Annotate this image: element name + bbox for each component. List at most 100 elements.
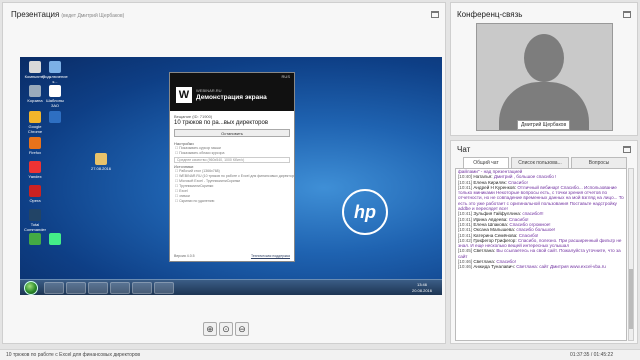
desktop-icon-image <box>49 61 61 73</box>
taskbar-media-icon[interactable] <box>88 282 108 294</box>
desktop-icon-image <box>29 209 41 221</box>
desktop-icon[interactable]: Firefox <box>22 137 48 155</box>
message-time: [10:41] <box>458 227 474 233</box>
zoom-reset-button[interactable]: ⊙ <box>219 322 233 336</box>
desktop-icon-image <box>49 111 61 123</box>
message-time: [10:45] <box>458 248 474 254</box>
speaker-avatar-head <box>524 34 564 82</box>
speaker-name: Дмитрий Щербаков <box>517 120 571 130</box>
maximize-icon[interactable] <box>431 11 439 18</box>
taskbar-excel-icon[interactable] <box>132 282 152 294</box>
desktop-icon[interactable]: Yandex <box>22 161 48 179</box>
tab-general-chat[interactable]: Общий чат <box>463 157 509 168</box>
settings-option[interactable]: Показывать облако курсора <box>170 151 294 156</box>
desktop-icon-image <box>95 153 107 165</box>
session-label: Вещание (ID: 71900) <box>174 114 213 119</box>
desktop-icon-label: Yandex <box>28 174 42 179</box>
desktop-icon-label: Total Commander <box>23 222 46 232</box>
start-button-icon[interactable] <box>24 281 38 295</box>
shared-desktop: Компьютер Подключение к... Корзина Шаблоны … <box>20 57 442 295</box>
message-author: Елена Кириляк: <box>473 179 509 185</box>
app-titlebar: RUS <box>170 73 294 81</box>
chat-message: [10:46] Анжида Туналавич: Светлана: сайт… <box>456 264 626 269</box>
conference-maximize-icon[interactable] <box>623 11 631 18</box>
chat-message: [10:42] Грифегор Грифегор: Спасибо, поле… <box>456 238 626 249</box>
sources-list: Рабочий стол (1366x768)WEBINAR.RU (10 тр… <box>170 169 294 204</box>
stop-button[interactable]: Остановить <box>174 129 290 137</box>
zoom-out-button[interactable]: ⊖ <box>235 322 249 336</box>
desktop-icon[interactable] <box>42 111 68 124</box>
taskbar-explorer-icon[interactable] <box>66 282 86 294</box>
message-author: Катерина Семёнова: <box>473 232 519 238</box>
desktop-icon-image <box>29 161 41 173</box>
taskbar-clock: 13:46 20.08.2016 <box>411 282 432 293</box>
message-text: Дмитрий , большое спасибо ! <box>493 174 557 180</box>
desktop-icon-image <box>49 85 61 97</box>
taskbar-webinar-icon[interactable] <box>154 282 174 294</box>
chat-maximize-icon[interactable] <box>623 146 631 153</box>
app-footer: Версия 4.0.5 Техническая поддержка <box>174 254 290 258</box>
desktop-icon[interactable]: Шаблоны ЗАО <box>42 85 68 108</box>
desktop-icon[interactable]: Opera <box>22 185 48 203</box>
app-header: W WEBINAR.RU Демонстрация экрана <box>170 81 294 111</box>
chat-panel: Чат Общий чат Список пользова... Вопросы… <box>450 140 638 344</box>
tab-user-list[interactable]: Список пользова... <box>511 157 569 168</box>
message-time: [10:41] <box>458 232 474 238</box>
webinar-title: 10 трюков по работе с Excel для финансов… <box>6 352 141 358</box>
desktop-icon-label: Opera <box>29 198 41 203</box>
message-text: Спасибо! <box>508 216 529 222</box>
desktop-icon-image <box>29 85 41 97</box>
desktop-icon-image <box>29 61 41 73</box>
settings-list: Показывать курсор мышиПоказывать облако … <box>170 146 294 156</box>
message-time: [10:41] <box>458 184 474 190</box>
message-author: Зульфия Гайфуллина: <box>473 211 523 217</box>
desktop-icon-label: Firefox <box>28 150 42 155</box>
message-time: [10:41] <box>458 211 474 217</box>
chat-message: [10:45] Светлана: Вы ссылаетесь на свой … <box>456 248 626 259</box>
desktop-icon-image <box>29 137 41 149</box>
message-text: спасибо!!! <box>522 211 544 217</box>
hp-logo: hp <box>342 189 388 235</box>
message-author: Наталья: <box>473 174 494 180</box>
message-text: Спасибо! <box>518 232 539 238</box>
screen-share-window: RUS W WEBINAR.RU Демонстрация экрана Вещ… <box>169 72 295 262</box>
webinar-logo-icon: W <box>176 87 192 103</box>
app-demo-title: Демонстрация экрана <box>196 94 267 101</box>
chat-title: Чат <box>457 145 471 154</box>
desktop-icon-label: 27.08.2016 <box>90 166 112 171</box>
desktop-icon-label: Google Chrome <box>27 124 43 134</box>
message-time: [10:46] <box>458 264 474 270</box>
playback-time: 01:37:35 / 01:45:22 <box>570 352 614 358</box>
presentation-title: Презентация (ведет Дмитрий Щербаков) <box>11 10 125 19</box>
desktop-icon[interactable]: 27.08.2016 <box>88 153 114 171</box>
desktop-icon-label: Подключение к... <box>42 74 68 84</box>
desktop-icon[interactable]: Подключение к... <box>42 61 68 84</box>
message-author: Елена Шпакова: <box>473 221 510 227</box>
desktop-icon[interactable]: Total Commander <box>22 209 48 232</box>
message-text: спасибо большое! <box>516 227 556 233</box>
conference-panel: Конференц-связь Дмитрий Щербаков <box>450 2 638 136</box>
desktop-icon-label: Шаблоны ЗАО <box>46 98 64 108</box>
app-site: WEBINAR.RU <box>196 88 222 93</box>
message-author: Оксана Малышева: <box>473 227 517 233</box>
source-option[interactable]: Скрипки по удалению <box>170 199 294 204</box>
message-time: [10:41] <box>458 179 474 185</box>
message-text: Спасибо огромное! <box>509 221 551 227</box>
taskbar-ie-icon[interactable] <box>44 282 64 294</box>
status-bar: 10 трюков по работе с Excel для финансов… <box>0 349 640 360</box>
message-time: [10:40] <box>458 174 474 180</box>
message-text: Светлана: сайт Дмитрия www.excel-vba.ru <box>516 264 606 270</box>
message-author: Светлана: <box>473 248 497 254</box>
desktop-icon[interactable] <box>42 233 68 246</box>
quality-select[interactable]: Среднее качество (960x540, 1000 Кбит/с) <box>174 157 290 163</box>
taskbar-chrome-icon[interactable] <box>110 282 130 294</box>
support-link[interactable]: Техническая поддержка <box>251 254 290 258</box>
desktop-icon-image <box>49 233 61 245</box>
zoom-in-button[interactable]: ⊕ <box>203 322 217 336</box>
message-time: [10:41] <box>458 221 474 227</box>
tab-questions[interactable]: Вопросы <box>571 157 627 168</box>
app-version: Версия 4.0.5 <box>174 254 195 258</box>
message-author: Андрей Н Куренков: <box>473 184 518 190</box>
desktop-icon-image <box>29 233 41 245</box>
chat-scrollbar[interactable] <box>628 168 634 341</box>
